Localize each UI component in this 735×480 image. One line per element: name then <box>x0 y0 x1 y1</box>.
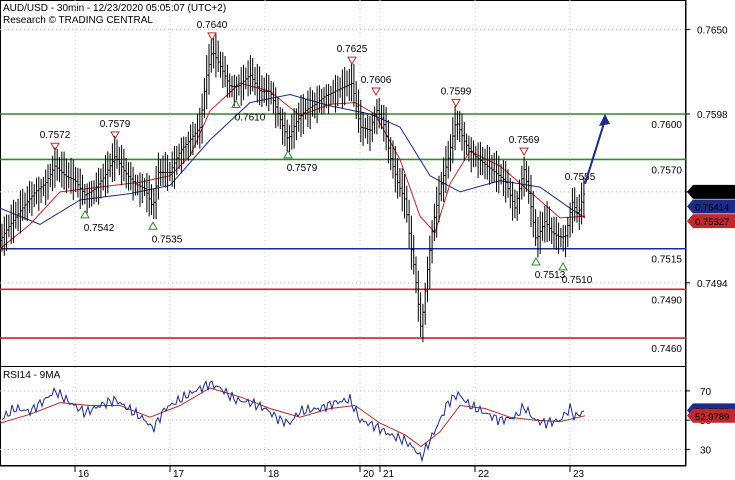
time-tick-label: 23 <box>573 469 585 480</box>
price-axis: 0.76500.75980.75500.7494 <box>686 26 728 290</box>
chart-title: AUD/USD - 30min - 12/23/2020 05:05:07 (U… <box>3 3 226 14</box>
price-tags: 0.75503 0.75414 0.75327 <box>687 184 735 229</box>
level-label: 0.7490 <box>651 295 682 306</box>
time-tick-label: 20 <box>363 469 375 480</box>
price-tag-label: 0.75414 <box>695 203 729 214</box>
swing-low-label: 0.7510 <box>562 275 593 286</box>
time-tick-label: 21 <box>383 469 395 480</box>
rsi-title: RSI14 - 9MA <box>3 370 61 381</box>
swing-high-label: 0.7579 <box>100 119 131 130</box>
price-tag-label: 0.75327 <box>695 217 729 228</box>
time-tick-label: 22 <box>478 469 490 480</box>
swing-low-label: 0.7542 <box>84 223 115 234</box>
rsi-tag-label: 52.9789 <box>695 412 729 423</box>
rsi-tick-label: 70 <box>700 387 712 398</box>
rsi-tags: 56.727952.9789 <box>687 403 735 423</box>
chart-canvas: AUD/USD - 30min - 12/23/2020 05:05:07 (U… <box>0 0 735 480</box>
time-axis: 16 17 18 20 21 22 23 <box>74 466 585 480</box>
time-tick-label: 18 <box>268 469 280 480</box>
price-label: 0.7555 <box>565 172 596 183</box>
swing-low-label: 0.7610 <box>235 113 266 124</box>
time-tick-label: 17 <box>173 469 185 480</box>
swing-high-label: 0.7640 <box>197 20 228 31</box>
swing-high-label: 0.7569 <box>509 135 540 146</box>
price-tick-label: 0.7598 <box>697 110 728 121</box>
rsi-tick-label: 30 <box>700 445 712 456</box>
level-label: 0.7570 <box>651 165 682 176</box>
time-tick-label: 16 <box>78 469 90 480</box>
swing-high-label: 0.7606 <box>361 75 392 86</box>
level-label: 0.7460 <box>651 344 682 355</box>
price-tick-label: 0.7650 <box>697 26 728 37</box>
level-label: 0.7600 <box>651 120 682 131</box>
research-credit: Research © TRADING CENTRAL <box>3 15 153 26</box>
swing-high-label: 0.7572 <box>40 130 71 141</box>
swing-high-label: 0.7599 <box>441 86 472 97</box>
swing-low-label: 0.7535 <box>152 234 183 245</box>
swing-low-label: 0.7579 <box>287 163 318 174</box>
level-label: 0.7515 <box>651 255 682 266</box>
price-tick-label: 0.7494 <box>697 279 728 290</box>
price-tag-label: 0.75503 <box>695 188 729 199</box>
swing-high-label: 0.7625 <box>337 44 368 55</box>
